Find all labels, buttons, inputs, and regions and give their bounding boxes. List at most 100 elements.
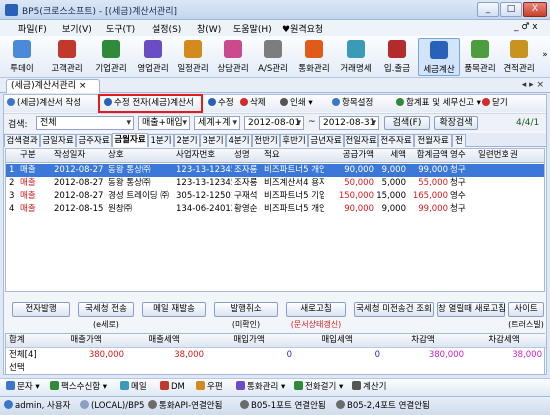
toolbar-button-6[interactable]: A/S관리 [254,38,292,76]
toolbar-button-2[interactable]: 기업관리 [90,38,132,76]
date-to-field[interactable]: 2012-08-31 [319,116,379,130]
period-tab-9[interactable]: 후반기 [280,134,308,147]
period-tab-4[interactable]: 1분기 [148,134,174,147]
command-6[interactable]: 합계표 및 세무신고 ▾ [396,97,481,110]
menu-view[interactable]: 보기(V) [62,22,92,35]
column-header[interactable]: 사업자번호 [176,149,232,162]
period-tab-6[interactable]: 3분기 [200,134,226,147]
period-tab-10[interactable]: 금년자료 [308,134,344,147]
cell-supply: 150,000 [338,191,374,201]
toolbar-button-4[interactable]: 일정관리 [174,38,212,76]
column-header[interactable]: 성명 [234,149,262,162]
app-icon [5,4,18,16]
date-from-field[interactable]: 2012-08-01 [244,116,304,130]
bottom-tool-5[interactable]: 통화관리 ▾ [236,381,285,394]
extended-search-button[interactable]: 확장검색 [434,116,478,130]
menu-file[interactable]: 파일(F) [18,22,47,35]
toolbar-button-10[interactable]: 세금계산 [418,38,460,76]
menu-tools[interactable]: 도구(T) [106,22,135,35]
toolbar-button-8[interactable]: 거래명세 [336,38,376,76]
menu-help[interactable]: 도움말(H) [233,22,272,35]
search-button[interactable]: 검색(F) [384,116,430,130]
type-select[interactable]: 매출+매입 [138,116,190,130]
toolbar-button-0[interactable]: 투데이 [2,38,42,76]
bottom-tool-icon [196,381,205,390]
menu-remote-request[interactable]: ♥원격요청 [282,22,323,35]
period-tab-13[interactable]: 전월자료 [414,134,452,147]
action-button-6[interactable]: 창 열릴때 새로고침 [437,302,506,317]
window-title-bar[interactable]: BP5(크로스소프트) - [(세금)계산서관리] _ □ X [0,0,550,20]
action-button-7[interactable]: 사이트 [508,302,544,317]
bottom-tool-label: 통화관리 ▾ [247,382,286,392]
menu-window[interactable]: 창(W) [197,22,221,35]
toolbar-button-7[interactable]: 통화관리 [294,38,334,76]
period-tab-2[interactable]: 금주자료 [76,134,112,147]
table-row[interactable]: 1 매출 2012-08-27 동왕 통상㈜ 123-13-12345 조자룡 비즈파트너5… [6,164,544,177]
column-header[interactable]: 일련번호 [478,149,508,162]
toolbar-button-9[interactable]: 입.출금 [378,38,416,76]
toolbar-button-3[interactable]: 영업관리 [134,38,172,76]
toolbar-button-13[interactable]: » [540,38,550,76]
column-header[interactable]: 세액 [376,149,406,162]
command-7[interactable]: 닫기 [482,97,508,110]
summary-column-header: 차감세액 [488,335,520,345]
scope-select[interactable]: 전체 [36,116,134,130]
bottom-tool-7[interactable]: 계산기 [352,381,386,394]
toolbar-button-5[interactable]: 상담관리 [214,38,252,76]
action-button-2[interactable]: 메일 재발송 [142,302,206,317]
toolbar-button-12[interactable]: 견적관리 [500,38,538,76]
period-tab-5[interactable]: 2분기 [174,134,200,147]
action-button-4[interactable]: 새로고침 [286,302,346,317]
period-tab-0[interactable]: 검색결과 [4,134,40,147]
minimize-button[interactable]: _ [477,2,499,17]
toolbar-button-1[interactable]: 고객관리 [46,38,88,76]
bottom-tool-2[interactable]: 메일 [120,381,147,394]
column-header[interactable]: 합계금액 [408,149,448,162]
date-range-separator: ~ [308,117,316,127]
bottom-tool-6[interactable]: 전화걸기 ▾ [294,381,343,394]
period-tab-12[interactable]: 전주자료 [378,134,414,147]
column-header[interactable]: 공급가액 [326,149,374,162]
period-tab-14[interactable]: 전 [452,134,466,147]
cell-supply: 90,000 [344,204,374,214]
bottom-tool-icon [6,381,15,390]
column-header[interactable]: 권 [510,149,544,162]
period-tab-1[interactable]: 금일자료 [40,134,76,147]
close-button[interactable]: X [523,2,547,17]
bottom-tool-0[interactable]: 문자 ▾ [6,381,40,394]
action-button-1[interactable]: 국세청 전송 [78,302,134,317]
bottom-tool-3[interactable]: DM [160,381,185,394]
period-tab-11[interactable]: 전일자료 [344,134,378,147]
cell-type: 매출 [20,204,36,214]
column-header[interactable]: 작성일자 [54,149,106,162]
table-row[interactable]: 4 매출 2012-08-15 원창㈜ 134-06-24012황영순 비즈파트너5 개인… [6,203,544,216]
action-button-5[interactable]: 국세청 미전송건 조회 [354,302,434,317]
column-header[interactable]: 영수 [450,149,476,162]
table-row[interactable]: 3 매출 2012-08-27 경성 트레이딩 ㈜ 305-12-12501 구재석 비즈파… [6,190,544,203]
action-button-3[interactable]: 발행취소 [214,302,278,317]
mdi-controls[interactable]: _ ♂ x [514,22,538,32]
action-button-0[interactable]: 전자발행 [12,302,70,317]
period-tab-3[interactable]: 금월자료 [112,133,148,147]
column-header[interactable]: 상호 [108,149,174,162]
document-tab[interactable]: (세금)계산서관리 × [6,79,100,93]
column-header[interactable]: 적요 [264,149,324,162]
toolbar-button-11[interactable]: 품목관리 [462,38,498,76]
menu-settings[interactable]: 설정(S) [152,22,181,35]
command-5[interactable]: 항목설정 [332,97,373,110]
tax-select[interactable]: 세계+계 [194,116,240,130]
maximize-button[interactable]: □ [500,2,522,17]
period-tab-8[interactable]: 전반기 [252,134,280,147]
command-0[interactable]: (세금)계산서 작성 [7,97,81,110]
tab-nav-controls[interactable]: ◂ ▸ × [522,80,544,90]
command-4[interactable]: 인쇄 ▾ [280,97,313,110]
bottom-tool-1[interactable]: 팩스수신함 ▾ [50,381,107,394]
command-3[interactable]: 삭제 [240,97,266,110]
grid-header: 구분 작성일자 상호 사업자번호 성명 적요 공급가액 세액 합계금액 영수 일련번호 권 [6,149,544,163]
period-tab-7[interactable]: 4분기 [226,134,252,147]
table-row[interactable]: 2 매출 2012-08-27 동왕 통상㈜ 123-13-12345 조자룡 비즈계산서4… [6,177,544,190]
command-2[interactable]: 수정 [208,97,234,110]
column-header[interactable]: 구분 [20,149,52,162]
summary-cell [466,362,542,375]
bottom-tool-4[interactable]: 우편 [196,381,223,394]
